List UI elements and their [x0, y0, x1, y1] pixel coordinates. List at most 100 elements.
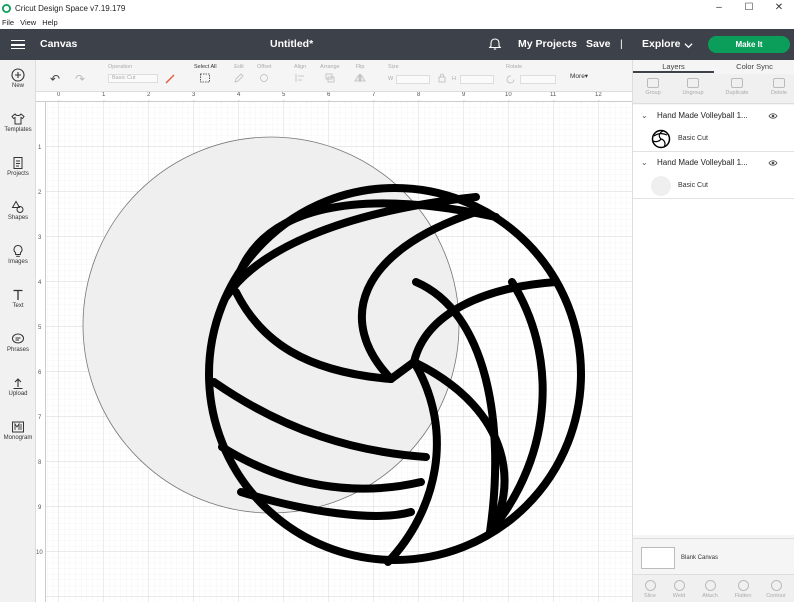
flip-button[interactable]: Flip [354, 64, 366, 83]
tool-images[interactable]: Images [0, 244, 36, 265]
rotate-label: Rotate [506, 64, 523, 70]
more-button[interactable]: More▾ [570, 72, 588, 80]
chevron-down-icon[interactable]: ⌄ [641, 158, 648, 167]
app-header: Canvas Untitled* My Projects Save | Expl… [0, 29, 794, 60]
tool-monogram[interactable]: Monogram [0, 420, 36, 441]
projects-icon [13, 157, 23, 169]
menu-help[interactable]: Help [42, 18, 57, 27]
close-button[interactable]: ✕ [764, 0, 794, 16]
text-icon [13, 289, 23, 300]
width-input[interactable] [396, 75, 430, 84]
window-controls: – ☐ ✕ [704, 0, 794, 16]
ruler-label: 8 [417, 92, 421, 98]
tool-label: Templates [4, 127, 32, 133]
slice-button[interactable]: Slice [635, 580, 665, 599]
eye-icon[interactable] [768, 111, 778, 121]
contour-button[interactable]: Contour [761, 580, 791, 599]
rotate-icon [506, 75, 515, 84]
chevron-down-icon[interactable]: ⌄ [641, 111, 648, 120]
delete-button[interactable]: Delete [759, 78, 794, 96]
linetype-pen-icon[interactable] [164, 74, 176, 84]
chevron-down-icon[interactable] [684, 41, 693, 50]
tool-phrases[interactable]: Phrases [0, 332, 36, 353]
my-projects-button[interactable]: My Projects [518, 38, 577, 50]
tab-color-sync[interactable]: Color Sync [714, 60, 794, 73]
document-title[interactable]: Untitled* [270, 38, 313, 50]
canvas-grid [46, 102, 632, 602]
ruler-label: 3 [192, 92, 196, 98]
flatten-button[interactable]: Flatten [728, 580, 758, 599]
make-it-button[interactable]: Make It [708, 36, 790, 53]
eye-icon[interactable] [768, 158, 778, 168]
menu-bar: File View Help [0, 16, 794, 29]
operation-label: Operation [108, 64, 133, 70]
duplicate-button[interactable]: Duplicate [717, 78, 757, 96]
group-button[interactable]: Group [633, 78, 673, 96]
tool-projects[interactable]: Projects [0, 156, 36, 177]
undo-icon[interactable]: ↶ [50, 72, 60, 86]
blank-canvas-row[interactable]: Blank Canvas [633, 538, 794, 574]
tool-text[interactable]: Text [0, 288, 36, 309]
trash-icon [773, 78, 785, 88]
select-all-label: Select All [194, 64, 217, 70]
ruler-label: 2 [147, 92, 151, 98]
redo-icon[interactable]: ↷ [75, 72, 85, 86]
attach-button[interactable]: Attach [695, 580, 725, 599]
layer-tools: Group Ungroup Duplicate Delete [633, 74, 794, 104]
layer-name: Hand Made Volleyball 1... [657, 158, 748, 167]
flip-label: Flip [355, 64, 365, 70]
attach-label: Attach [702, 593, 718, 599]
tool-label: Upload [8, 391, 28, 397]
tool-shapes[interactable]: Shapes [0, 200, 36, 221]
pencil-icon [234, 73, 244, 83]
ruler-label: 9 [38, 505, 42, 511]
layer-group[interactable]: ⌄ Hand Made Volleyball 1... Basic Cut [633, 105, 794, 152]
tool-label: Phrases [6, 347, 29, 353]
align-button[interactable]: Align [294, 64, 306, 83]
weld-label: Weld [672, 593, 686, 599]
speech-icon [12, 333, 24, 344]
ruler-label: 10 [505, 92, 512, 98]
tool-upload[interactable]: Upload [0, 376, 36, 397]
weld-button[interactable]: Weld [664, 580, 694, 599]
ruler-horizontal: 0 1 2 3 4 5 6 7 8 9 10 11 12 [36, 92, 632, 102]
arrange-button[interactable]: Arrange [320, 64, 340, 83]
tab-layers[interactable]: Layers [633, 60, 714, 73]
design-canvas[interactable] [36, 92, 632, 602]
layer-group[interactable]: ⌄ Hand Made Volleyball 1... Basic Cut [633, 152, 794, 199]
blank-canvas-swatch [641, 547, 675, 569]
arrange-icon [325, 73, 335, 83]
tool-templates[interactable]: Templates [0, 112, 36, 133]
bell-icon[interactable] [488, 37, 502, 51]
lock-icon[interactable] [438, 73, 446, 83]
layer-list: ⌄ Hand Made Volleyball 1... Basic Cut ⌄ … [633, 105, 794, 535]
tool-new[interactable]: New [0, 68, 36, 89]
explore-button[interactable]: Explore [642, 38, 681, 50]
offset-button[interactable]: Offset [257, 64, 272, 83]
app-window: Cricut Design Space v7.19.179 – ☐ ✕ File… [0, 0, 794, 602]
upload-icon [13, 378, 23, 390]
menu-view[interactable]: View [20, 18, 36, 27]
operation-dropdown[interactable]: Basic Cut [108, 74, 158, 83]
tool-label: Text [12, 303, 24, 309]
ungroup-button[interactable]: Ungroup [673, 78, 713, 96]
combine-tools: Slice Weld Attach Flatten Contour [633, 574, 794, 602]
layer-operation: Basic Cut [678, 135, 708, 142]
ruler-label: 3 [38, 235, 42, 241]
attach-icon [704, 580, 716, 591]
select-all-button[interactable]: Select All [194, 64, 217, 83]
flip-icon [354, 73, 366, 82]
circle-thumbnail [651, 176, 671, 196]
ruler-label: 2 [38, 190, 42, 196]
save-button[interactable]: Save [586, 38, 611, 50]
menu-file[interactable]: File [2, 18, 14, 27]
hamburger-menu-icon[interactable] [11, 40, 25, 49]
cricut-logo-icon [2, 3, 11, 13]
height-input[interactable] [460, 75, 494, 84]
minimize-button[interactable]: – [704, 0, 734, 16]
ruler-vertical: 1 2 3 4 5 6 7 8 9 10 [36, 102, 46, 602]
edit-button[interactable]: Edit [233, 64, 245, 83]
ruler-label: 4 [38, 280, 42, 286]
maximize-button[interactable]: ☐ [734, 0, 764, 16]
rotate-input[interactable] [520, 75, 556, 84]
